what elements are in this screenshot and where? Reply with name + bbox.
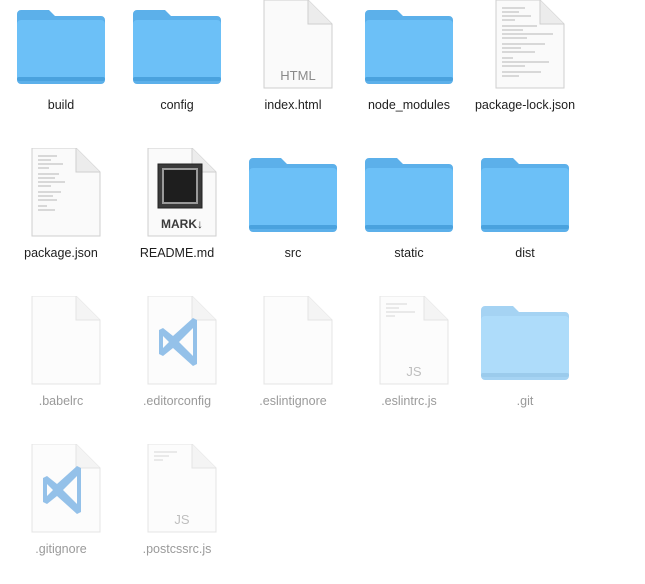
svg-text:JS: JS <box>406 364 422 379</box>
svg-text:HTML: HTML <box>280 68 315 83</box>
markdown-document-icon: MARK↓ <box>127 148 227 238</box>
file-item-readme-md[interactable]: MARK↓ README.md <box>119 148 235 288</box>
folder-item-node-modules[interactable]: node_modules <box>351 0 467 140</box>
svg-text:MARK↓: MARK↓ <box>161 217 203 231</box>
file-item-babelrc[interactable]: .babelrc <box>3 296 119 436</box>
folder-icon <box>475 148 575 238</box>
folder-item-git[interactable]: .git <box>467 296 583 436</box>
vscode-document-icon <box>11 444 111 534</box>
vscode-document-icon <box>127 296 227 386</box>
file-item-editorconfig[interactable]: .editorconfig <box>119 296 235 436</box>
item-label: .postcssrc.js <box>142 542 212 556</box>
file-item-index-html[interactable]: HTML index.html <box>235 0 351 140</box>
folder-icon <box>359 148 459 238</box>
folder-item-config[interactable]: config <box>119 0 235 140</box>
blank-document-icon <box>11 296 111 386</box>
blank-document-icon <box>243 296 343 386</box>
file-item-package-json[interactable]: package.json <box>3 148 119 288</box>
file-item-package-lock-json[interactable]: package-lock.json <box>467 0 583 140</box>
js-document-icon: JS <box>359 296 459 386</box>
text-document-icon <box>475 0 575 90</box>
html-document-icon: HTML <box>243 0 343 90</box>
folder-icon <box>127 0 227 90</box>
folder-icon <box>359 0 459 90</box>
folder-icon <box>475 296 575 386</box>
folder-item-build[interactable]: build <box>3 0 119 140</box>
js-document-icon: JS <box>127 444 227 534</box>
folder-icon <box>243 148 343 238</box>
svg-text:JS: JS <box>174 512 190 527</box>
folder-item-dist[interactable]: dist <box>467 148 583 288</box>
item-label: .git <box>516 394 534 408</box>
folder-item-src[interactable]: src <box>235 148 351 288</box>
item-label: package-lock.json <box>474 98 576 112</box>
item-label: dist <box>515 246 535 260</box>
file-item-eslintrc-js[interactable]: JS .eslintrc.js <box>351 296 467 436</box>
text-document-icon <box>11 148 111 238</box>
file-item-postcssrc-js[interactable]: JS .postcssrc.js <box>119 444 235 584</box>
file-item-gitignore[interactable]: .gitignore <box>3 444 119 584</box>
folder-icon <box>11 0 111 90</box>
folder-item-static[interactable]: static <box>351 148 467 288</box>
file-item-eslintignore[interactable]: .eslintignore <box>235 296 351 436</box>
